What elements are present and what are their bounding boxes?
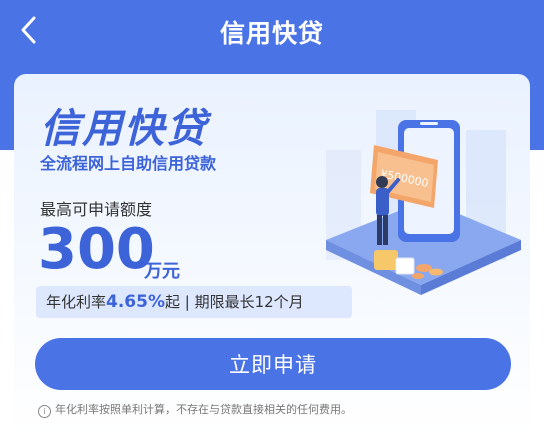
limit-amount: 300: [38, 217, 155, 282]
loan-illustration: ¥500000: [326, 110, 521, 295]
apply-now-button[interactable]: 立即申请: [35, 338, 511, 390]
hero-subtitle: 全流程网上自助信用贷款: [40, 154, 217, 173]
rate-suffix: 起 | 期限最长12个月: [165, 293, 304, 311]
limit-unit: 万元: [144, 261, 180, 282]
rate-prefix: 年化利率: [46, 293, 107, 311]
hero-title: 信用快贷: [40, 106, 208, 152]
disclaimer: i 年化利率按照单利计算，不存在与贷款直接相关的任何费用。: [38, 401, 352, 418]
rate-value: 4.65%: [106, 292, 165, 312]
info-icon: i: [38, 405, 51, 418]
disclaimer-text: 年化利率按照单利计算，不存在与贷款直接相关的任何费用。: [55, 403, 352, 416]
nav-title: 信用快贷: [219, 19, 324, 48]
rate-info: 年化利率4.65%起 | 期限最长12个月: [36, 286, 352, 318]
